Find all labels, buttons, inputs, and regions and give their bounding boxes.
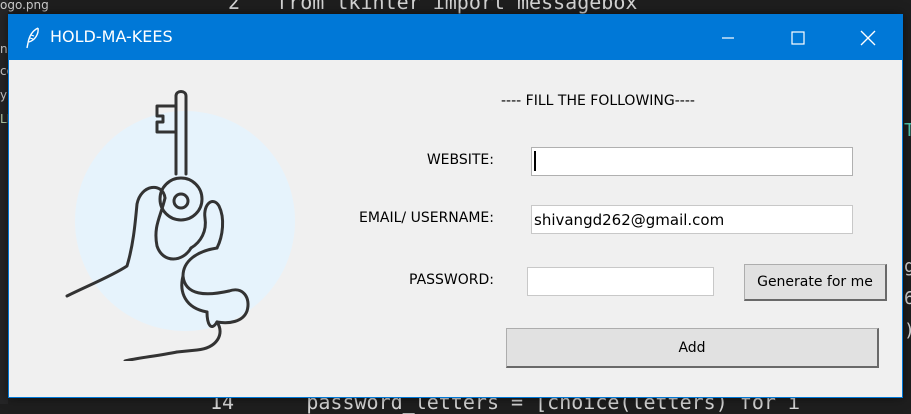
close-icon — [860, 30, 876, 45]
generate-password-button[interactable]: Generate for me — [744, 264, 887, 301]
code-fragment: g — [904, 256, 911, 277]
website-label: WEBSITE: — [426, 152, 494, 168]
sidebar-file-item[interactable]: n — [0, 42, 8, 56]
feather-icon — [26, 27, 39, 49]
form-content: ---- FILL THE FOLLOWING---- WEBSITE: EMA… — [9, 60, 902, 397]
title-bar[interactable]: HOLD-MA-KEES — [9, 15, 902, 60]
text-cursor — [534, 151, 536, 171]
add-button[interactable]: Add — [506, 328, 879, 368]
close-button[interactable] — [833, 15, 903, 60]
hand-key-logo-icon — [65, 90, 295, 361]
sidebar-file-item[interactable]: ogo.png — [0, 0, 49, 12]
minimize-icon — [722, 36, 734, 39]
website-input[interactable] — [531, 147, 853, 176]
minimize-button[interactable] — [693, 15, 763, 60]
explorer-sidebar — [0, 0, 8, 404]
maximize-icon — [791, 30, 805, 45]
app-window: HOLD-MA-KEES ---- FILL THE FOLLOWING----… — [8, 14, 903, 398]
form-heading: ---- FILL THE FOLLOWING---- — [501, 93, 695, 109]
email-username-input[interactable] — [531, 205, 853, 234]
code-fragment: ) — [904, 320, 911, 341]
window-title: HOLD-MA-KEES — [50, 27, 173, 46]
maximize-button[interactable] — [763, 15, 833, 60]
email-label: EMAIL/ USERNAME: — [359, 210, 494, 226]
password-label: PASSWORD: — [409, 272, 494, 288]
code-fragment: T — [904, 120, 911, 141]
code-line: 2 from tkinter import messagebox — [228, 0, 638, 14]
code-fragment: 6 — [904, 288, 911, 309]
sidebar-file-item[interactable]: y — [0, 88, 7, 102]
password-input[interactable] — [527, 267, 714, 296]
